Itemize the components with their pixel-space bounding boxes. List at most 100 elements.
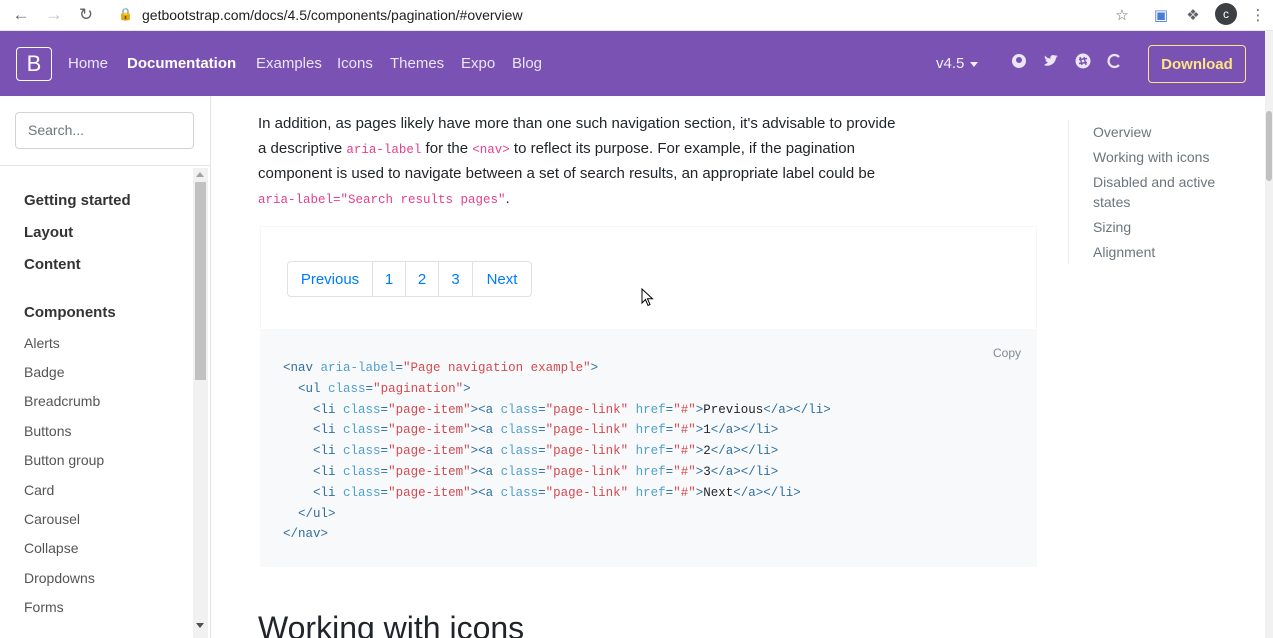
copy-button[interactable]: Copy xyxy=(993,346,1021,360)
sidebar-group-content[interactable]: Content xyxy=(24,256,81,273)
nav-documentation[interactable]: Documentation xyxy=(127,55,236,72)
code-token: href xyxy=(635,485,666,500)
toc-item-working-with-icons[interactable]: Working with icons xyxy=(1093,147,1243,167)
toc-item-overview[interactable]: Overview xyxy=(1093,122,1243,142)
code-token: "pagination" xyxy=(373,381,464,396)
example-preview: Previous 1 2 3 Next xyxy=(260,226,1037,330)
address-bar[interactable]: 🔒 getbootstrap.com/docs/4.5/components/p… xyxy=(108,3,1148,27)
version-dropdown[interactable]: v4.5 xyxy=(936,55,979,72)
code-token: > xyxy=(590,361,599,375)
star-icon[interactable]: ☆ xyxy=(1111,4,1133,26)
code-token: = xyxy=(538,485,546,500)
search-input[interactable]: Search... xyxy=(15,112,194,149)
code-snippet: <nav aria-label="Page navigation example… xyxy=(283,358,831,545)
code-token: </a></li> xyxy=(763,402,831,417)
code-token: class xyxy=(500,444,539,459)
sidebar-item-buttons[interactable]: Buttons xyxy=(24,423,71,439)
code-token: ><a xyxy=(470,485,501,500)
inline-code-aria-label: aria-label xyxy=(346,142,422,157)
code-token: = xyxy=(538,423,546,438)
code-token: "page-item" xyxy=(388,423,471,438)
menu-dots-icon[interactable]: ⋮ xyxy=(1247,4,1269,26)
code-token: <ul xyxy=(298,381,329,396)
code-token: "page-link" xyxy=(545,485,629,500)
code-token: > xyxy=(463,381,471,396)
code-token: class xyxy=(500,423,539,438)
page-scroll-thumb[interactable] xyxy=(1266,111,1272,181)
sidebar-item-card[interactable]: Card xyxy=(24,482,54,498)
sidebar-scroll-thumb[interactable] xyxy=(195,182,206,380)
extensions-icon[interactable]: ❖ xyxy=(1182,4,1204,26)
scroll-down-icon[interactable] xyxy=(196,623,204,628)
page-link-1[interactable]: 1 xyxy=(372,261,406,297)
nav-examples[interactable]: Examples xyxy=(256,55,322,72)
sidebar-group-components[interactable]: Components xyxy=(24,304,116,321)
code-token: </ul> xyxy=(298,506,336,521)
nav-expo[interactable]: Expo xyxy=(461,55,495,72)
toc-item-disabled-active[interactable]: Disabled and active states xyxy=(1093,172,1243,212)
sidebar-item-alerts[interactable]: Alerts xyxy=(24,335,60,351)
download-button[interactable]: Download xyxy=(1148,45,1246,83)
docs-sidebar: Search... Getting started Layout Content… xyxy=(0,96,211,638)
version-label: v4.5 xyxy=(936,55,965,72)
page-link-3[interactable]: 3 xyxy=(438,261,473,297)
page-link-next[interactable]: Next xyxy=(472,261,532,297)
code-line: <ul class="pagination"> xyxy=(283,382,471,396)
forward-icon[interactable]: → xyxy=(43,4,65,26)
page-link-previous[interactable]: Previous xyxy=(287,261,373,297)
sidebar-group-layout[interactable]: Layout xyxy=(24,224,73,241)
url-text: getbootstrap.com/docs/4.5/components/pag… xyxy=(142,7,523,23)
code-token: <li xyxy=(313,402,344,417)
sidebar-divider xyxy=(0,165,211,166)
sidebar-group-getting-started[interactable]: Getting started xyxy=(24,192,131,209)
code-token: "page-item" xyxy=(388,464,471,479)
sidebar-item-carousel[interactable]: Carousel xyxy=(24,511,80,527)
sidebar-item-dropdowns[interactable]: Dropdowns xyxy=(24,570,95,586)
code-token: "page-link" xyxy=(545,423,629,438)
toc-item-alignment[interactable]: Alignment xyxy=(1093,242,1243,262)
nav-themes[interactable]: Themes xyxy=(390,55,444,72)
twitter-icon[interactable] xyxy=(1042,52,1060,70)
code-token: ><a xyxy=(470,402,501,417)
code-token: ><a xyxy=(470,444,501,459)
code-token: <li xyxy=(313,423,344,438)
page-scrollbar[interactable] xyxy=(1265,31,1273,638)
code-token: = xyxy=(395,361,404,375)
bootstrap-logo[interactable]: B xyxy=(16,47,52,81)
inline-code-search-label: aria-label="Search results pages" xyxy=(258,192,506,207)
page-link-2[interactable]: 2 xyxy=(405,261,439,297)
sidebar-item-forms[interactable]: Forms xyxy=(24,599,64,615)
nav-icons[interactable]: Icons xyxy=(337,55,373,72)
code-token: "page-link" xyxy=(545,402,629,417)
sidebar-item-collapse[interactable]: Collapse xyxy=(24,540,78,556)
back-icon[interactable]: ← xyxy=(10,4,32,26)
code-token: = xyxy=(538,444,546,459)
scroll-up-icon[interactable] xyxy=(196,172,204,177)
code-token: = xyxy=(380,423,389,438)
code-token: </a></li> xyxy=(733,485,801,500)
code-token: class xyxy=(500,464,539,479)
nav-home[interactable]: Home xyxy=(68,55,108,72)
slack-icon[interactable] xyxy=(1074,52,1092,70)
profile-avatar[interactable]: c xyxy=(1215,3,1237,25)
reload-icon[interactable]: ↻ xyxy=(75,4,97,26)
nav-blog[interactable]: Blog xyxy=(512,55,542,72)
code-token: class xyxy=(343,423,381,438)
github-icon[interactable] xyxy=(1010,52,1028,70)
sidebar-item-breadcrumb[interactable]: Breadcrumb xyxy=(24,393,100,409)
code-token: Previous xyxy=(703,402,764,417)
translate-icon[interactable]: ▣ xyxy=(1150,4,1172,26)
sidebar-item-button-group[interactable]: Button group xyxy=(24,452,104,468)
sidebar-item-badge[interactable]: Badge xyxy=(24,364,64,380)
code-token: "page-item" xyxy=(388,485,471,500)
code-token: </a></li> xyxy=(710,423,779,438)
code-line: <li class="page-item"><a class="page-lin… xyxy=(283,403,831,417)
code-token: = xyxy=(380,485,389,500)
code-token: <li xyxy=(313,464,344,479)
toc-item-sizing[interactable]: Sizing xyxy=(1093,217,1243,237)
sidebar-scrollbar[interactable] xyxy=(193,168,208,638)
opencollective-icon[interactable] xyxy=(1106,52,1124,70)
code-token: ><a xyxy=(470,423,501,438)
